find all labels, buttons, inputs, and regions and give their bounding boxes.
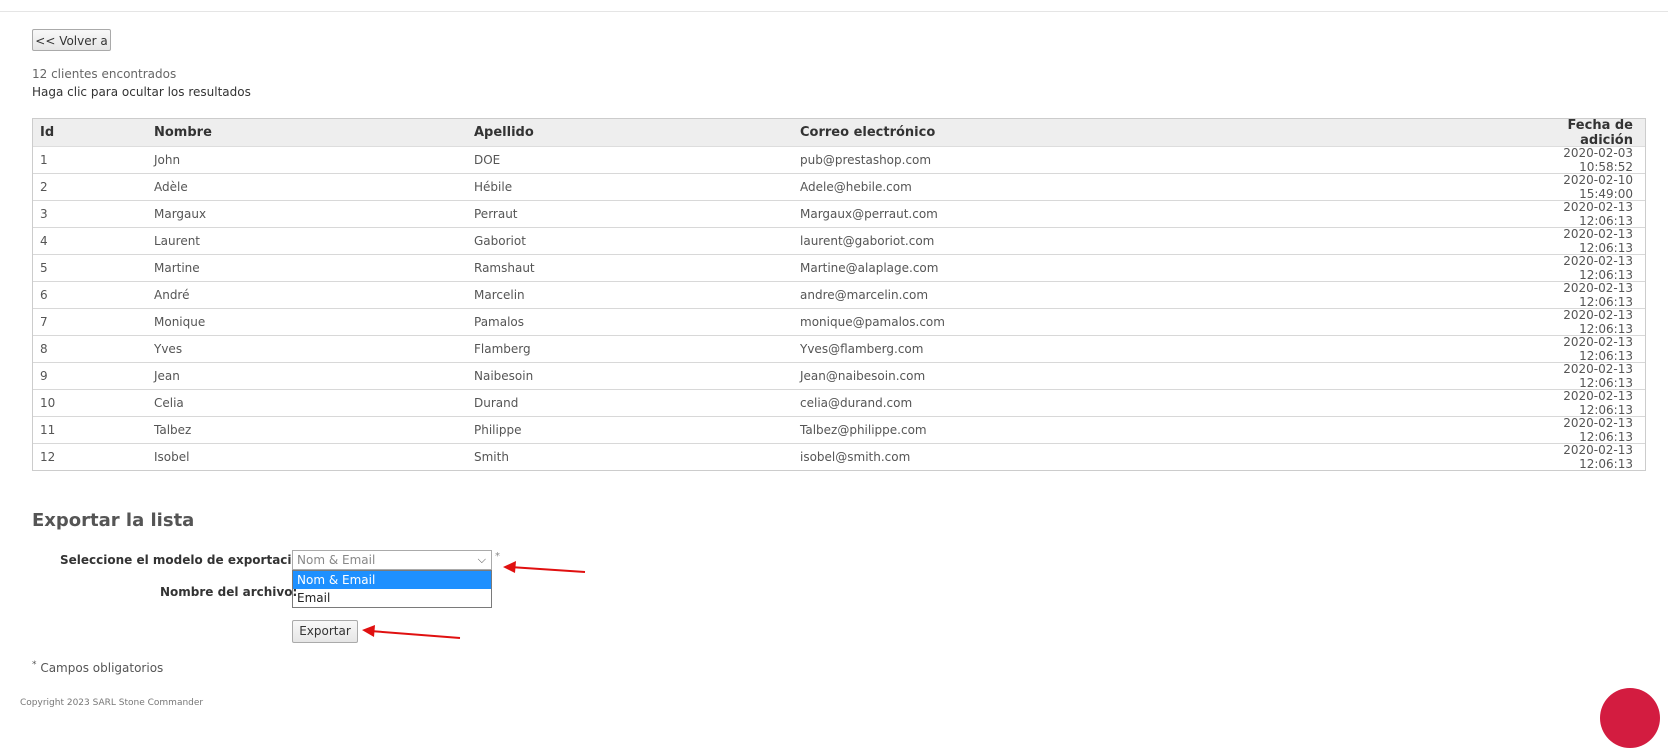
chat-widget-button[interactable] [1600,688,1660,748]
footer-copyright: Copyright 2023 SARL Stone Commander [20,698,204,708]
annotation-arrow-select [503,561,586,573]
annotation-arrow-export [362,625,461,639]
annotation-arrows [362,561,586,639]
